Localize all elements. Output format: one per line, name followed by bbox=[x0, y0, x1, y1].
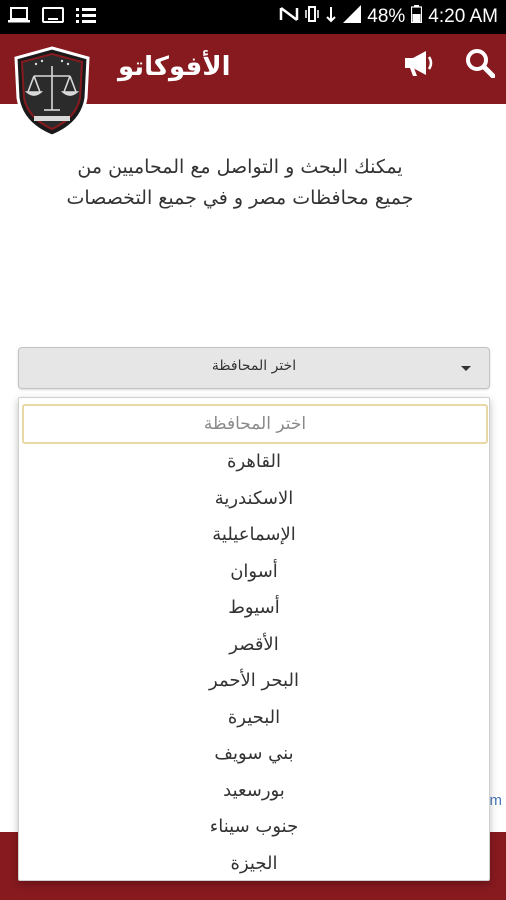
partial-link-text[interactable]: m bbox=[490, 792, 503, 809]
search-icon bbox=[465, 48, 496, 82]
nfc-icon bbox=[279, 6, 299, 28]
caret-down-icon bbox=[461, 366, 471, 371]
notification-icons bbox=[8, 6, 96, 28]
dropdown-option[interactable]: أسوان bbox=[19, 554, 489, 591]
clock: 4:20 AM bbox=[428, 6, 498, 27]
dropdown-option[interactable]: البحيرة bbox=[19, 700, 489, 737]
laptop-icon bbox=[8, 6, 30, 28]
tablet-icon bbox=[42, 6, 64, 28]
select-value: اختر المحافظة bbox=[211, 358, 297, 374]
scales-shield-logo bbox=[14, 46, 90, 138]
dropdown-option[interactable]: أسيوط bbox=[19, 590, 489, 627]
app-title: الأفوكاتو bbox=[118, 52, 231, 82]
governorate-dropdown: اختر المحافظة القاهرة الاسكندرية الإسماع… bbox=[18, 397, 490, 881]
dropdown-search-input[interactable]: اختر المحافظة bbox=[22, 404, 488, 444]
megaphone-button[interactable] bbox=[400, 48, 436, 82]
battery-percentage: 48% bbox=[367, 6, 406, 27]
app-logo[interactable] bbox=[12, 46, 92, 138]
vibrate-icon bbox=[305, 5, 319, 29]
dropdown-option[interactable]: بورسعيد bbox=[19, 773, 489, 810]
dropdown-option[interactable]: الإسماعيلية bbox=[19, 517, 489, 554]
dropdown-option[interactable]: البحر الأحمر bbox=[19, 663, 489, 700]
governorate-select[interactable]: اختر المحافظة bbox=[18, 347, 490, 389]
dropdown-option[interactable]: الاسكندرية bbox=[19, 481, 489, 518]
signal-icon bbox=[343, 5, 362, 29]
wifi-icon bbox=[325, 5, 337, 29]
dropdown-option[interactable]: الجيزة bbox=[19, 846, 489, 883]
search-button[interactable] bbox=[462, 48, 498, 82]
dropdown-option[interactable]: بني سويف bbox=[19, 736, 489, 773]
status-bar: 48% 4:20 AM bbox=[0, 0, 506, 34]
megaphone-icon bbox=[402, 49, 434, 81]
intro-text: يمكنك البحث و التواصل مع المحاميين من جم… bbox=[66, 156, 414, 209]
battery-icon bbox=[411, 5, 423, 29]
dropdown-option[interactable]: القاهرة bbox=[19, 444, 489, 481]
dropdown-options: القاهرة الاسكندرية الإسماعيلية أسوان أسي… bbox=[19, 444, 489, 882]
dropdown-option[interactable]: جنوب سيناء bbox=[19, 809, 489, 846]
system-status: 48% 4:20 AM bbox=[279, 5, 498, 29]
dialpad-icon bbox=[76, 7, 96, 28]
dropdown-option[interactable]: الأقصر bbox=[19, 627, 489, 664]
